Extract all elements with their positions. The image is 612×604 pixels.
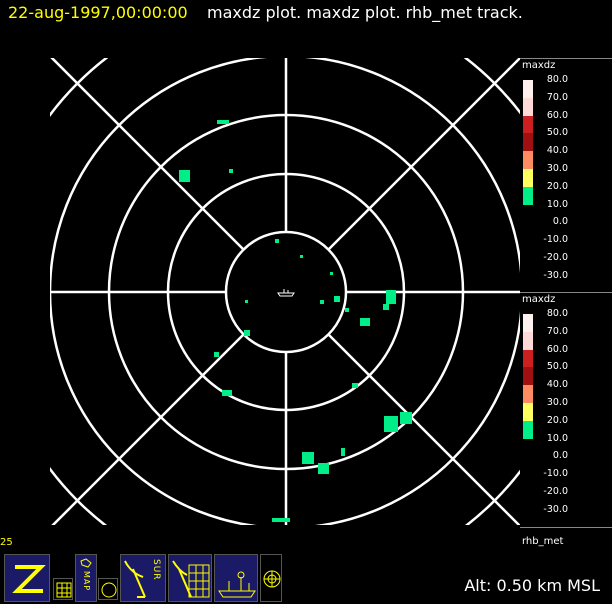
legend-1-title: maxdz (522, 60, 556, 71)
rhi-grid-icon (172, 560, 210, 598)
map-label: MAP (82, 571, 91, 592)
legend-bottom-separator (520, 527, 612, 528)
ppi-button[interactable] (260, 554, 282, 602)
legend-value-label: 0.0 (552, 450, 568, 462)
legend-value-label: -10.0 (543, 234, 568, 246)
legend-swatch (523, 186, 533, 205)
zoom-button[interactable] (4, 554, 50, 602)
ship-icon (277, 289, 295, 297)
legend-swatch (523, 349, 533, 368)
legend-value-label: 0.0 (552, 216, 568, 228)
grid-icon (56, 582, 72, 598)
echo-cells (179, 120, 412, 522)
legend-value-label: 80.0 (546, 308, 568, 319)
legend-value-label: 10.0 (546, 432, 568, 444)
altitude-label: Alt: 0.50 km MSL (464, 576, 600, 595)
zoom-z-icon (12, 565, 46, 593)
legend-value-label: -30.0 (543, 503, 568, 515)
legend-value-label: 30.0 (546, 163, 568, 174)
zoom-value: 25 (0, 537, 13, 548)
ship-tools-icon (218, 571, 256, 598)
map-button[interactable]: MAP (75, 554, 97, 602)
legend-swatch (523, 314, 533, 332)
radar-plot[interactable] (0, 0, 612, 604)
legend-swatch (523, 385, 533, 403)
surveillance-button[interactable]: SUR (120, 554, 166, 602)
legend-swatch (523, 80, 533, 98)
circle-button[interactable] (98, 578, 118, 600)
legend-swatch (523, 133, 533, 152)
legend-value-label: 10.0 (546, 198, 568, 210)
legend-swatch (523, 420, 533, 439)
legend-swatch (523, 367, 533, 386)
circle-icon (101, 582, 117, 598)
legend-value-label: 40.0 (546, 145, 568, 157)
legend-value-label: -20.0 (543, 252, 568, 263)
legend-value-label: 60.0 (546, 109, 568, 121)
legend-value-label: 20.0 (546, 414, 568, 426)
toolbar: MAP SUR (0, 548, 300, 604)
legend-top-separator (520, 58, 612, 59)
legend-value-label: -30.0 (543, 269, 568, 281)
legend-swatch (523, 331, 533, 350)
legend-value-label: 40.0 (546, 379, 568, 391)
rhi-button[interactable] (168, 554, 212, 602)
legend-swatch (523, 169, 533, 187)
legend-value-label: 50.0 (546, 127, 568, 139)
legend-swatch (523, 151, 533, 169)
grid-button[interactable] (53, 578, 73, 600)
legend-value-label: -10.0 (543, 468, 568, 480)
legend-value-label: -20.0 (543, 486, 568, 497)
legend-value-label: 50.0 (546, 361, 568, 373)
ship-tools-button[interactable] (214, 554, 258, 602)
legend-value-label: 70.0 (546, 91, 568, 103)
legend-value-label: 30.0 (546, 397, 568, 408)
legend-swatch (523, 97, 533, 116)
legend-swatch (523, 403, 533, 421)
ppi-rings-icon (263, 570, 281, 588)
track-label: rhb_met (522, 536, 564, 547)
legend-value-label: 60.0 (546, 343, 568, 355)
legend-value-label: 80.0 (546, 74, 568, 85)
legend-2-title: maxdz (522, 294, 556, 305)
sur-label: SUR (151, 559, 161, 581)
legend-mid-separator (520, 292, 612, 293)
legend-swatch (523, 115, 533, 134)
legend-value-label: 70.0 (546, 325, 568, 337)
legend-value-label: 20.0 (546, 180, 568, 192)
